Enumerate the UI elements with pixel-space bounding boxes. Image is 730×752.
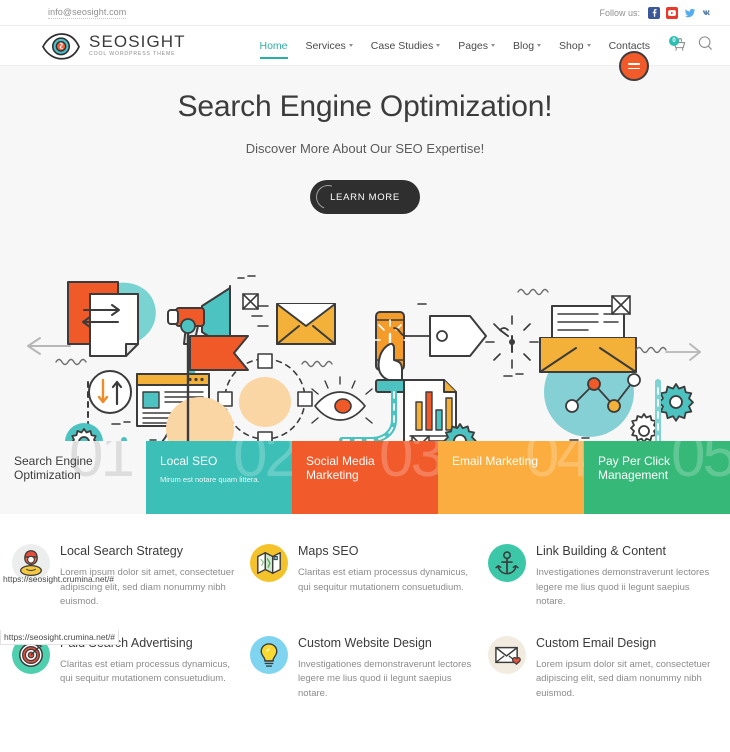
social-follow-group: Follow us: bbox=[599, 6, 714, 19]
anchor-icon bbox=[488, 544, 526, 582]
chevron-down-icon bbox=[436, 44, 441, 47]
nav-item-case-studies[interactable]: Case Studies bbox=[362, 40, 449, 52]
service-tile-ppc[interactable]: 05 Pay Per Click Management bbox=[584, 441, 730, 514]
feature-title: Link Building & Content bbox=[536, 544, 666, 558]
tile-subtitle: Mirum est notare quam littera. bbox=[160, 475, 260, 484]
feature-maps-seo[interactable]: Maps SEO Claritas est etiam processus dy… bbox=[250, 542, 480, 610]
tile-title: Search Engine Optimization bbox=[14, 454, 93, 482]
hero-section: Search Engine Optimization! Discover Mor… bbox=[0, 66, 730, 441]
nav-item-shop[interactable]: Shop bbox=[550, 40, 600, 52]
nav-label: Shop bbox=[559, 39, 584, 52]
cart-button[interactable]: 0 bbox=[669, 36, 688, 54]
youtube-icon[interactable] bbox=[666, 6, 678, 19]
browser-status-url: https://seosight.crumina.net/# bbox=[0, 630, 120, 645]
logo-text: SEOSIGHT COOL WORDPRESS THEME bbox=[89, 33, 186, 57]
hero-subtitle: Discover More About Our SEO Expertise! bbox=[245, 141, 485, 156]
map-icon bbox=[250, 544, 288, 582]
eye-logo-icon bbox=[40, 31, 82, 61]
feature-custom-email-design[interactable]: Custom Email Design Lorem ipsum dolor si… bbox=[488, 634, 718, 702]
lightbulb-icon bbox=[250, 635, 288, 674]
feature-description: Investigationes demonstraverunt lectores… bbox=[298, 658, 472, 699]
envelope-heart-icon bbox=[488, 635, 526, 674]
service-tiles-row: 01 Search Engine Optimization 02 Local S… bbox=[0, 441, 730, 514]
features-grid: Local Search Strategy Lorem ipsum dolor … bbox=[0, 514, 730, 701]
nav-item-contacts[interactable]: Contacts bbox=[600, 40, 659, 52]
nav-label: Pages bbox=[458, 39, 489, 52]
site-logo[interactable]: SEOSIGHT COOL WORDPRESS THEME bbox=[40, 31, 186, 61]
tile-title: Social Media Marketing bbox=[306, 454, 375, 482]
feature-title: Custom Website Design bbox=[298, 635, 432, 650]
cart-count-badge: 0 bbox=[669, 36, 679, 46]
nav-label: Home bbox=[259, 39, 288, 52]
feature-custom-website-design[interactable]: Custom Website Design Investigationes de… bbox=[250, 634, 480, 702]
top-bar: info@seosight.com Follow us: bbox=[0, 0, 730, 26]
tile-title: Pay Per Click Management bbox=[598, 454, 671, 482]
feature-title: Maps SEO bbox=[298, 544, 359, 558]
feature-link-building[interactable]: Link Building & Content Investigationes … bbox=[488, 542, 718, 610]
feature-description: Investigationes demonstraverunt lectores… bbox=[536, 567, 710, 607]
feature-description: Lorem ipsum dolor sit amet, consectetuer… bbox=[536, 658, 711, 699]
facebook-icon[interactable] bbox=[648, 6, 660, 19]
logo-title: SEOSIGHT bbox=[89, 32, 186, 52]
hero-title: Search Engine Optimization! bbox=[177, 90, 553, 123]
nav-item-home[interactable]: Home bbox=[251, 39, 297, 59]
nav-label: Case Studies bbox=[370, 39, 434, 52]
seo-process-illustration bbox=[0, 264, 730, 441]
logo-subtitle: COOL WORDPRESS THEME bbox=[89, 51, 176, 58]
chevron-down-icon bbox=[491, 44, 496, 47]
feature-description: Claritas est etiam processus dynamicus, … bbox=[60, 658, 231, 685]
feature-title: Local Search Strategy bbox=[60, 544, 183, 558]
contact-email-link[interactable]: info@seosight.com bbox=[48, 7, 127, 19]
nav-item-blog[interactable]: Blog bbox=[504, 40, 550, 52]
service-tile-email-marketing[interactable]: 04 Email Marketing bbox=[438, 441, 584, 514]
browser-status-url-overlay: https://seosight.crumina.net/# bbox=[3, 574, 115, 584]
chevron-down-icon bbox=[348, 44, 353, 47]
twitter-icon[interactable] bbox=[684, 6, 696, 19]
nav-label: Contacts bbox=[608, 39, 650, 52]
nav-label: Services bbox=[305, 39, 346, 52]
service-tile-local-seo[interactable]: 02 Local SEO Mirum est notare quam litte… bbox=[146, 441, 292, 514]
nav-item-pages[interactable]: Pages bbox=[449, 40, 504, 52]
chevron-down-icon bbox=[586, 44, 591, 47]
nav-item-services[interactable]: Services bbox=[297, 40, 362, 52]
feature-title: Custom Email Design bbox=[536, 635, 657, 650]
service-tile-social-media[interactable]: 03 Social Media Marketing bbox=[292, 441, 438, 514]
learn-more-button[interactable]: LEARN MORE bbox=[310, 180, 420, 214]
vk-icon[interactable] bbox=[702, 6, 714, 19]
follow-us-label: Follow us: bbox=[599, 7, 640, 18]
chevron-down-icon bbox=[537, 44, 542, 47]
menu-bar-line bbox=[628, 62, 640, 65]
tile-title: Local SEO bbox=[160, 454, 218, 468]
floating-menu-toggle-button[interactable] bbox=[619, 51, 649, 81]
primary-navigation: Home Services Case Studies Pages Blog Sh… bbox=[251, 39, 660, 59]
nav-label: Blog bbox=[513, 39, 535, 52]
header-action-icons: 0 bbox=[669, 35, 714, 57]
tile-title: Email Marketing bbox=[452, 454, 539, 468]
search-button[interactable] bbox=[697, 35, 714, 57]
menu-bar-line bbox=[628, 67, 640, 70]
feature-description: Claritas est etiam processus dynamicus, … bbox=[298, 567, 469, 593]
service-tile-seo[interactable]: 01 Search Engine Optimization bbox=[0, 441, 146, 514]
